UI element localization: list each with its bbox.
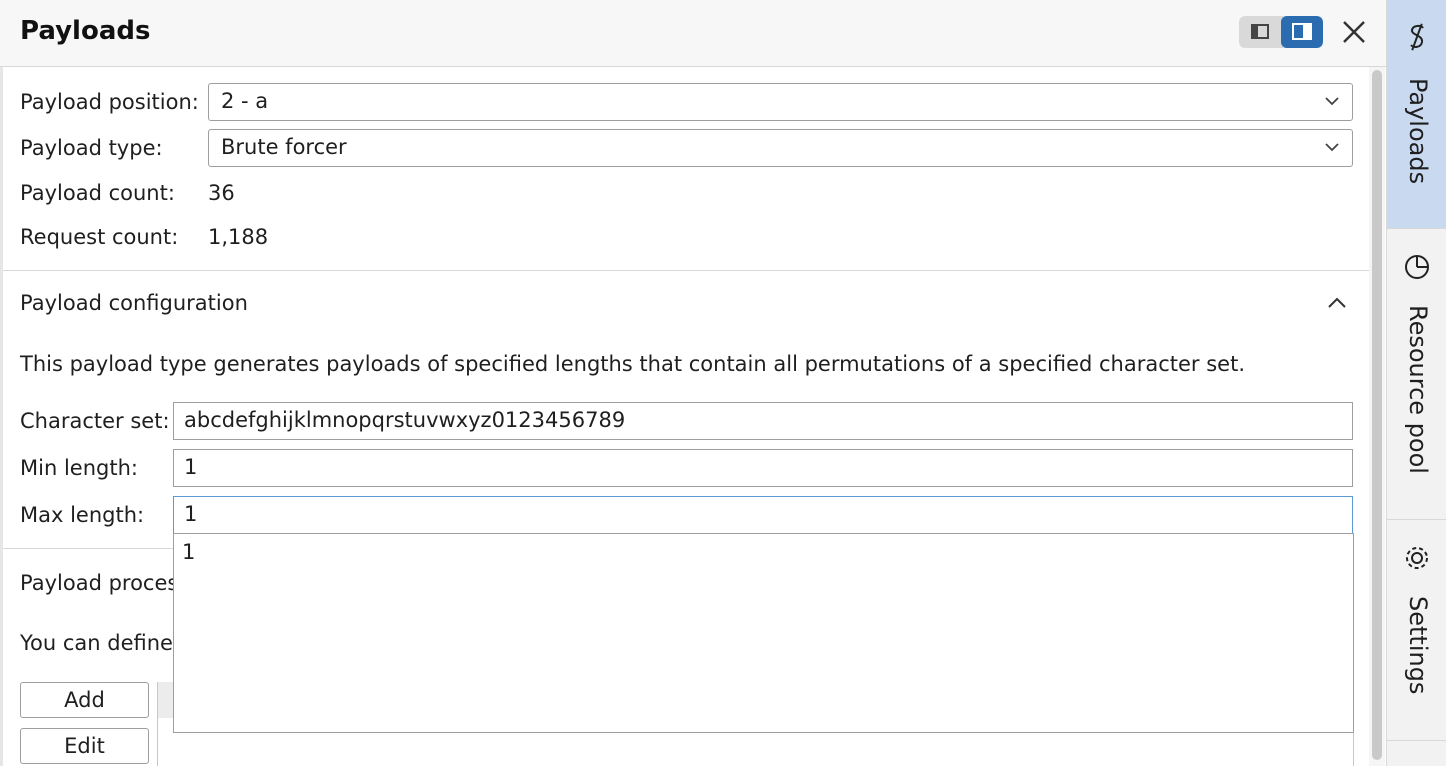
chevron-up-icon[interactable]	[1326, 295, 1348, 309]
max-length-label: Max length:	[20, 503, 145, 527]
section-divider	[3, 270, 1369, 271]
request-count-value: 1,188	[208, 225, 269, 249]
panel-header: Payloads	[0, 0, 1386, 67]
tab-payloads-label: Payloads	[1404, 78, 1432, 185]
chevron-down-icon	[1325, 97, 1339, 106]
panel-left-edge	[0, 0, 3, 766]
min-length-label: Min length:	[20, 456, 138, 480]
max-length-input[interactable]: 1	[173, 496, 1353, 534]
character-set-input[interactable]: abcdefghijklmnopqrstuvwxyz0123456789	[173, 402, 1353, 440]
layout-toggle[interactable]	[1239, 16, 1323, 48]
dollar-icon	[1410, 23, 1424, 51]
character-set-value: abcdefghijklmnopqrstuvwxyz0123456789	[184, 408, 626, 432]
min-length-input[interactable]: 1	[173, 449, 1353, 487]
gear-icon	[1406, 547, 1428, 569]
panel-title: Payloads	[20, 16, 151, 46]
payload-type-value: Brute forcer	[221, 135, 347, 159]
tab-payloads[interactable]: Payloads	[1387, 0, 1446, 229]
payload-configuration-description: This payload type generates payloads of …	[20, 352, 1246, 376]
payload-processing-description: You can define	[20, 631, 173, 655]
side-tab-strip: Payloads Resource pool Settings	[1386, 0, 1446, 766]
payload-position-value: 2 - a	[221, 89, 269, 113]
payload-type-select[interactable]: Brute forcer	[208, 129, 1353, 167]
chevron-down-icon	[1325, 143, 1339, 152]
layout-left-panel-icon[interactable]	[1239, 16, 1281, 48]
add-button[interactable]: Add	[20, 682, 149, 718]
max-length-value: 1	[184, 502, 198, 526]
dropdown-item[interactable]: 1	[182, 540, 195, 564]
section-divider	[3, 548, 173, 549]
request-count-label: Request count:	[20, 225, 179, 249]
edit-button[interactable]: Edit	[20, 728, 149, 764]
payload-position-label: Payload position:	[20, 90, 199, 114]
payload-type-label: Payload type:	[20, 136, 163, 160]
tab-settings[interactable]: Settings	[1387, 520, 1446, 741]
layout-right-panel-icon[interactable]	[1281, 16, 1323, 48]
tab-settings-label: Settings	[1404, 596, 1432, 695]
character-set-label: Character set:	[20, 409, 170, 433]
max-length-dropdown-list[interactable]: 1	[173, 533, 1354, 733]
payload-configuration-heading: Payload configuration	[20, 291, 248, 315]
close-icon[interactable]	[1338, 16, 1370, 48]
payload-count-value: 36	[208, 181, 235, 205]
min-length-value: 1	[184, 455, 198, 479]
scrollbar-thumb[interactable]	[1372, 70, 1382, 760]
tab-resource-pool-label: Resource pool	[1404, 305, 1432, 474]
payload-count-label: Payload count:	[20, 181, 175, 205]
payload-processing-heading: Payload proces	[20, 571, 179, 595]
tab-resource-pool[interactable]: Resource pool	[1387, 229, 1446, 520]
payload-position-select[interactable]: 2 - a	[208, 83, 1353, 121]
pie-chart-icon	[1405, 255, 1429, 279]
